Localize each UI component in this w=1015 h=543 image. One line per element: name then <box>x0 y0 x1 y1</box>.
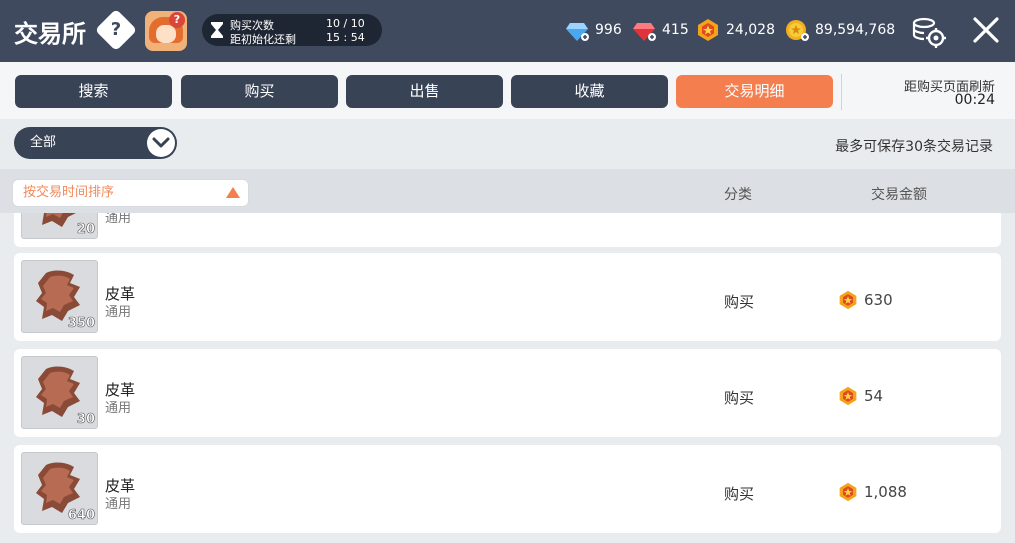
item-subtype: 通用 <box>105 401 132 416</box>
page-title: 交易所 <box>14 20 86 48</box>
help-button[interactable]: ? <box>94 8 138 52</box>
item-quantity: 350 <box>67 316 96 332</box>
reset-countdown-value: 15 : 54 <box>326 31 365 44</box>
question-badge-icon: ? <box>169 12 185 28</box>
item-subtype: 通用 <box>105 497 132 512</box>
blue-diamond-icon <box>566 23 589 41</box>
list-item[interactable]: 350 皮革 通用 购买 630 <box>14 253 1001 341</box>
category-dropdown[interactable]: 全部 <box>14 127 177 159</box>
amount-value: 1,088 <box>864 483 907 501</box>
refresh-time: 00:24 <box>954 92 995 108</box>
amount-value: 54 <box>864 387 884 405</box>
purchase-count-value: 10 / 10 <box>326 17 365 30</box>
coin-settings-icon[interactable] <box>910 14 946 48</box>
gold-coin-amount: 89,594,768 <box>815 22 896 38</box>
amount-value: 630 <box>864 291 893 309</box>
red-gem-amount: 415 <box>662 22 689 38</box>
avatar[interactable]: ? <box>145 11 187 51</box>
item-quantity: 30 <box>76 412 96 428</box>
item-category: 购买 <box>724 485 755 503</box>
tab-sell[interactable]: 出售 <box>346 75 503 108</box>
gold-coin-icon <box>786 20 809 41</box>
close-icon[interactable] <box>968 12 1004 48</box>
orange-coin-icon <box>698 19 718 41</box>
sort-label: 按交易时间排序 <box>23 185 115 200</box>
item-thumbnail: 350 <box>21 260 98 333</box>
tab-transaction-history[interactable]: 交易明细 <box>676 75 833 108</box>
item-subtype: 通用 <box>105 305 132 320</box>
tab-favorites[interactable]: 收藏 <box>511 75 668 108</box>
item-category: 购买 <box>724 389 755 407</box>
item-thumbnail: 640 <box>21 452 98 525</box>
orange-coin-icon <box>839 482 857 502</box>
list-header: 按交易时间排序 分类 交易金额 <box>0 169 1015 213</box>
orange-coin-amount: 24,028 <box>726 22 775 38</box>
chevron-down-icon[interactable] <box>147 129 175 157</box>
list-item[interactable]: 20 通用 <box>14 213 1001 247</box>
tab-bar: 搜索 购买 出售 收藏 交易明细 距购买页面刷新 00:24 <box>0 62 1015 119</box>
item-quantity: 640 <box>67 508 96 524</box>
item-subtype: 通用 <box>105 213 132 226</box>
filter-row: 全部 最多可保存30条交易记录 <box>0 119 1015 169</box>
orange-coin-icon <box>839 386 857 406</box>
list-item[interactable]: 640 皮革 通用 购买 1,088 <box>14 445 1001 533</box>
blue-diamond-amount: 996 <box>595 22 622 38</box>
hourglass-icon <box>211 22 223 38</box>
question-icon: ? <box>110 19 122 40</box>
tab-buy[interactable]: 购买 <box>181 75 338 108</box>
purchase-counter: 购买次数 距初始化还剩 10 / 10 15 : 54 <box>202 14 382 46</box>
item-thumbnail: 30 <box>21 356 98 429</box>
column-header-amount: 交易金额 <box>871 187 927 203</box>
max-records-note: 最多可保存30条交易记录 <box>835 139 993 155</box>
sort-arrow-icon <box>226 187 240 198</box>
orange-coin-icon <box>839 290 857 310</box>
top-header: 交易所 ? ? 购买次数 距初始化还剩 10 / 10 15 : 54 996 … <box>0 0 1015 62</box>
item-category: 购买 <box>724 293 755 311</box>
item-thumbnail: 20 <box>21 213 98 239</box>
category-dropdown-value: 全部 <box>30 135 57 150</box>
red-gem-icon <box>633 23 656 41</box>
divider <box>841 74 842 110</box>
sort-dropdown[interactable]: 按交易时间排序 <box>12 179 249 207</box>
reset-countdown-label: 距初始化还剩 <box>230 33 296 46</box>
column-header-category: 分类 <box>724 187 752 203</box>
transaction-list[interactable]: 20 通用 350 皮革 通用 购买 630 30 皮革 通用 购买 54 64… <box>0 213 1015 543</box>
tab-search[interactable]: 搜索 <box>15 75 172 108</box>
item-quantity: 20 <box>76 222 96 238</box>
list-item[interactable]: 30 皮革 通用 购买 54 <box>14 349 1001 437</box>
